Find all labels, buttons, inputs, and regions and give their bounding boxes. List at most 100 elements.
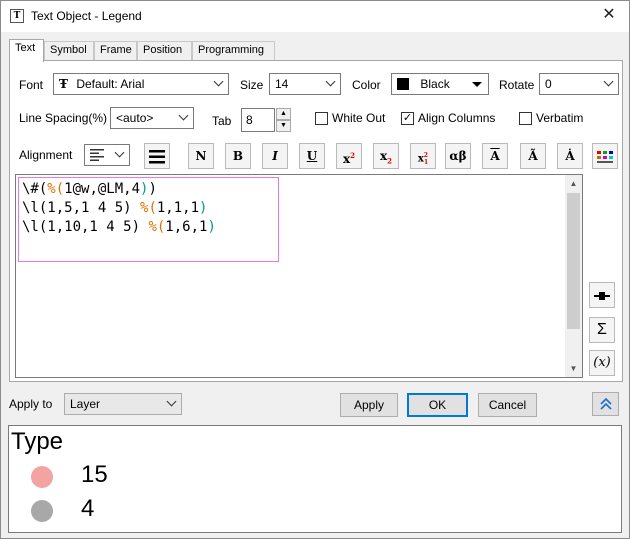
code-token: \#( <box>22 181 48 197</box>
code-token: %( <box>140 200 157 216</box>
tab-programming[interactable]: Programming <box>192 41 275 60</box>
size-label: Size <box>240 78 264 92</box>
justify-button[interactable] <box>144 143 170 169</box>
verbatim-box[interactable] <box>519 112 532 125</box>
code-token: \l(1,5,1 4 5) <box>22 200 141 216</box>
text-editor[interactable]: \#(%(1@w,@LM,4)) \l(1,5,1 4 5) %(1,1,1) \l… <box>15 174 583 378</box>
justify-icon <box>149 150 165 164</box>
chevron-down-icon <box>178 110 189 121</box>
scroll-down-icon[interactable]: ▼ <box>565 360 582 377</box>
verbatim-checkbox[interactable]: Verbatim <box>519 111 589 127</box>
code-token: 1,6,1 <box>165 219 208 235</box>
code-token: 1,1,1 <box>156 200 200 216</box>
code-token: ) <box>199 200 208 216</box>
line-spacing-select[interactable]: <auto> <box>110 107 194 129</box>
editor-code[interactable]: \#(%(1@w,@LM,4)) \l(1,5,1 4 5) %(1,1,1) \l… <box>22 180 216 237</box>
alignment-select[interactable] <box>84 144 130 166</box>
double-chevron-up-icon <box>599 397 612 410</box>
scroll-up-icon[interactable]: ▲ <box>565 175 582 192</box>
ok-button[interactable]: OK <box>407 393 468 417</box>
subscript-button[interactable]: x2 <box>373 143 399 169</box>
tab-width-spinner[interactable]: 8 ▲ ▼ <box>241 108 291 132</box>
font-label: Font <box>19 78 44 92</box>
code-token: \l(1,10,1 4 5) <box>22 219 149 235</box>
font-select[interactable]: Ŧ Default: Arial <box>53 73 229 95</box>
editor-line[interactable]: \l(1,10,1 4 5) %(1,6,1) <box>22 218 216 237</box>
tab-width-label: Tab <box>212 114 232 128</box>
legend-symbol-2 <box>31 500 53 522</box>
code-token: 1@w,@LM,4 <box>64 181 141 197</box>
app-icon: T <box>10 9 24 23</box>
code-token: ) <box>207 219 216 235</box>
line-spacing-label: Line Spacing(%) <box>19 111 108 125</box>
apply-to-value: Layer <box>70 397 101 411</box>
apply-to-select[interactable]: Layer <box>64 393 182 415</box>
underline-button[interactable]: U <box>299 143 325 169</box>
align-columns-label: Align Columns <box>418 111 496 125</box>
editor-line[interactable]: \#(%(1@w,@LM,4)) <box>22 180 216 199</box>
white-out-box[interactable] <box>315 112 328 125</box>
italic-button[interactable]: I <box>262 143 288 169</box>
overbar-button[interactable]: A <box>482 143 508 169</box>
code-token: ) <box>148 181 157 197</box>
white-out-label: White Out <box>332 111 386 125</box>
insert-variable-button[interactable] <box>589 282 615 308</box>
chevron-down-icon <box>213 76 224 87</box>
chevron-down-icon <box>114 147 125 158</box>
tab-text[interactable]: Text <box>9 39 44 62</box>
rotate-select[interactable]: 0 <box>539 73 619 95</box>
editor-line[interactable]: \l(1,5,1 4 5) %(1,1,1) <box>22 199 216 218</box>
color-value: Black <box>420 77 450 91</box>
font-value: Default: Arial <box>76 77 145 91</box>
color-label: Color <box>352 78 381 92</box>
line-spacing-value: <auto> <box>116 111 154 125</box>
tilde-button[interactable]: Ã <box>520 143 546 169</box>
normal-button[interactable]: N <box>188 143 214 169</box>
dot-accent-button[interactable]: Ȧ <box>557 143 583 169</box>
rotate-label: Rotate <box>499 78 535 92</box>
code-token: %( <box>148 219 166 235</box>
chevron-down-icon <box>166 396 177 407</box>
dropdown-arrow-icon <box>472 82 482 87</box>
size-select[interactable]: 14 <box>269 73 341 95</box>
apply-button[interactable]: Apply <box>340 393 398 417</box>
window-title: Text Object - Legend <box>31 9 142 23</box>
chevron-down-icon <box>603 76 614 87</box>
legend-preview: Type 15 4 <box>8 425 622 533</box>
cancel-button[interactable]: Cancel <box>478 393 537 417</box>
insert-icon <box>594 292 610 300</box>
alignment-label: Alignment <box>19 148 73 162</box>
rotate-value: 0 <box>545 77 552 91</box>
greek-button[interactable]: αβ <box>445 143 471 169</box>
tab-symbol[interactable]: Symbol <box>44 41 94 60</box>
tab-position[interactable]: Position <box>137 41 192 60</box>
truetype-icon: Ŧ <box>59 77 68 91</box>
text-object-dialog: T Text Object - Legend ✕ Text Symbol Fra… <box>0 0 630 539</box>
title-bar: T Text Object - Legend ✕ <box>1 1 629 32</box>
spin-up-icon[interactable]: ▲ <box>276 108 291 120</box>
align-left-icon <box>90 149 104 161</box>
fx-button[interactable]: (x) <box>589 350 615 376</box>
align-columns-checkbox[interactable]: ✓ Align Columns <box>401 111 501 127</box>
chevron-down-icon <box>325 76 336 87</box>
bold-button[interactable]: B <box>225 143 251 169</box>
editor-scrollbar[interactable]: ▲ ▼ <box>565 175 582 377</box>
code-token: %( <box>47 181 65 197</box>
color-select[interactable]: Black <box>391 73 489 95</box>
collapse-preview-button[interactable] <box>592 392 619 416</box>
spin-down-icon[interactable]: ▼ <box>276 120 291 132</box>
apply-to-label: Apply to <box>9 397 53 411</box>
legend-symbol-1 <box>31 466 53 488</box>
tab-frame[interactable]: Frame <box>94 41 137 60</box>
superscript-button[interactable]: x2 <box>336 143 362 169</box>
scroll-thumb[interactable] <box>567 193 580 329</box>
close-button[interactable]: ✕ <box>599 5 619 25</box>
color-table-button[interactable] <box>592 143 618 169</box>
sigma-button[interactable]: Σ <box>589 317 615 343</box>
tab-width-value[interactable]: 8 <box>241 108 275 132</box>
align-columns-box[interactable]: ✓ <box>401 112 414 125</box>
color-table-icon <box>597 151 613 163</box>
legend-value-2: 4 <box>81 495 95 522</box>
white-out-checkbox[interactable]: White Out <box>315 111 395 127</box>
supsub-button[interactable]: x21 <box>410 143 436 169</box>
